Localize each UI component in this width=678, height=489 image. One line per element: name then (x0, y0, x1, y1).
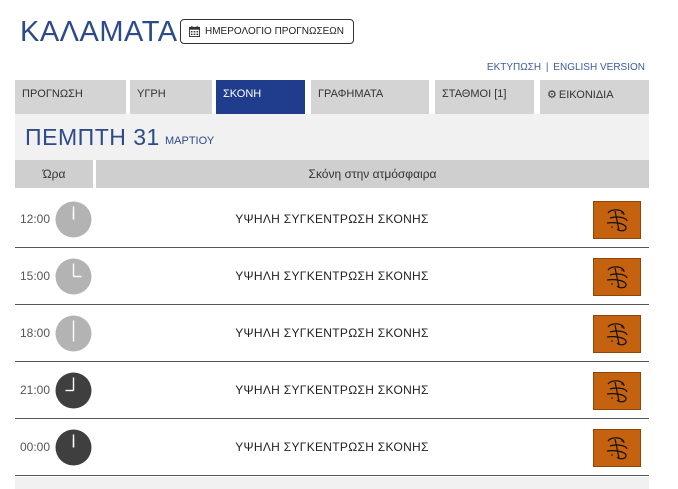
gear-icon: ⚙ (547, 89, 557, 101)
tab-icons[interactable]: ⚙ ΕΙΚΟΝΙΔΙΑ (540, 80, 649, 114)
tab-dust[interactable]: ΣΚΟΝΗ (216, 80, 305, 114)
row-description: ΥΨΗΛΗ ΣΥΓΚΕΝΤΡΩΣΗ ΣΚΟΝΗΣ (235, 383, 429, 397)
row-description: ΥΨΗΛΗ ΣΥΓΚΕΝΤΡΩΣΗ ΣΚΟΝΗΣ (235, 440, 429, 454)
tab-humidity[interactable]: ΥΓΡΗ (130, 80, 212, 114)
tab-forecast[interactable]: ΠΡΟΓΝΩΣΗ (15, 80, 126, 114)
dust-icon[interactable] (593, 201, 641, 239)
city-title: ΚΑΛΑΜΑΤΑ (20, 16, 178, 48)
tab-label: ΣΚΟΝΗ (223, 88, 262, 100)
day-month: ΜΑΡΤΙΟΥ (165, 135, 215, 147)
table-row: 12:00 ΥΨΗΛΗ ΣΥΓΚΕΝΤΡΩΣΗ ΣΚΟΝΗΣ (15, 191, 649, 248)
calendar-icon (189, 26, 200, 37)
table-row: 00:00 ΥΨΗΛΗ ΣΥΓΚΕΝΤΡΩΣΗ ΣΚΟΝΗΣ (15, 419, 649, 476)
tab-label: ΓΡΑΦΗΜΑΤΑ (318, 88, 384, 100)
day-title: ΠΕΜΠΤΗ 31 (25, 124, 160, 150)
tab-label: ΣΤΑΘΜΟΙ [1] (442, 88, 507, 100)
row-description: ΥΨΗΛΗ ΣΥΓΚΕΝΤΡΩΣΗ ΣΚΟΝΗΣ (235, 212, 429, 226)
day-header: ΠΕΜΠΤΗ 31 ΜΑΡΤΙΟΥ (15, 114, 649, 160)
column-header-dust: Σκόνη στην ατμόσφαιρα (96, 160, 649, 188)
dust-icon[interactable] (593, 429, 641, 467)
dust-icon[interactable] (593, 315, 641, 353)
forecast-calendar-label: ΗΜΕΡΟΛΟΓΙΟ ΠΡΟΓΝΩΣΕΩΝ (205, 26, 345, 37)
row-description: ΥΨΗΛΗ ΣΥΓΚΕΝΤΡΩΣΗ ΣΚΟΝΗΣ (235, 269, 429, 283)
tab-label: ΥΓΡΗ (137, 88, 166, 100)
top-links: ΕΚΤΥΠΩΣΗ | ENGLISH VERSION (487, 62, 645, 73)
table-row: 21:00 ΥΨΗΛΗ ΣΥΓΚΕΝΤΡΩΣΗ ΣΚΟΝΗΣ (15, 362, 649, 419)
dust-icon[interactable] (593, 258, 641, 296)
link-separator: | (545, 62, 549, 73)
forecast-calendar-button[interactable]: ΗΜΕΡΟΛΟΓΙΟ ΠΡΟΓΝΩΣΕΩΝ (180, 19, 355, 44)
english-version-link[interactable]: ENGLISH VERSION (553, 62, 645, 73)
table-row: 15:00 ΥΨΗΛΗ ΣΥΓΚΕΝΤΡΩΣΗ ΣΚΟΝΗΣ (15, 248, 649, 305)
dust-icon[interactable] (593, 372, 641, 410)
print-link[interactable]: ΕΚΤΥΠΩΣΗ (487, 62, 541, 73)
tab-stations[interactable]: ΣΤΑΘΜΟΙ [1] (435, 80, 534, 114)
tab-label: ΕΙΚΟΝΙΔΙΑ (558, 89, 614, 101)
table-row: 18:00 ΥΨΗΛΗ ΣΥΓΚΕΝΤΡΩΣΗ ΣΚΟΝΗΣ (15, 305, 649, 362)
tab-charts[interactable]: ΓΡΑΦΗΜΑΤΑ (311, 80, 429, 114)
nav-tabs: ΠΡΟΓΝΩΣΗ ΥΓΡΗ ΣΚΟΝΗ ΓΡΑΦΗΜΑΤΑ ΣΤΑΘΜΟΙ [1… (15, 80, 649, 114)
column-header-hour: Ώρα (15, 160, 93, 188)
row-description: ΥΨΗΛΗ ΣΥΓΚΕΝΤΡΩΣΗ ΣΚΟΝΗΣ (235, 326, 429, 340)
footer-bar (15, 477, 649, 489)
tab-label: ΠΡΟΓΝΩΣΗ (22, 88, 83, 100)
